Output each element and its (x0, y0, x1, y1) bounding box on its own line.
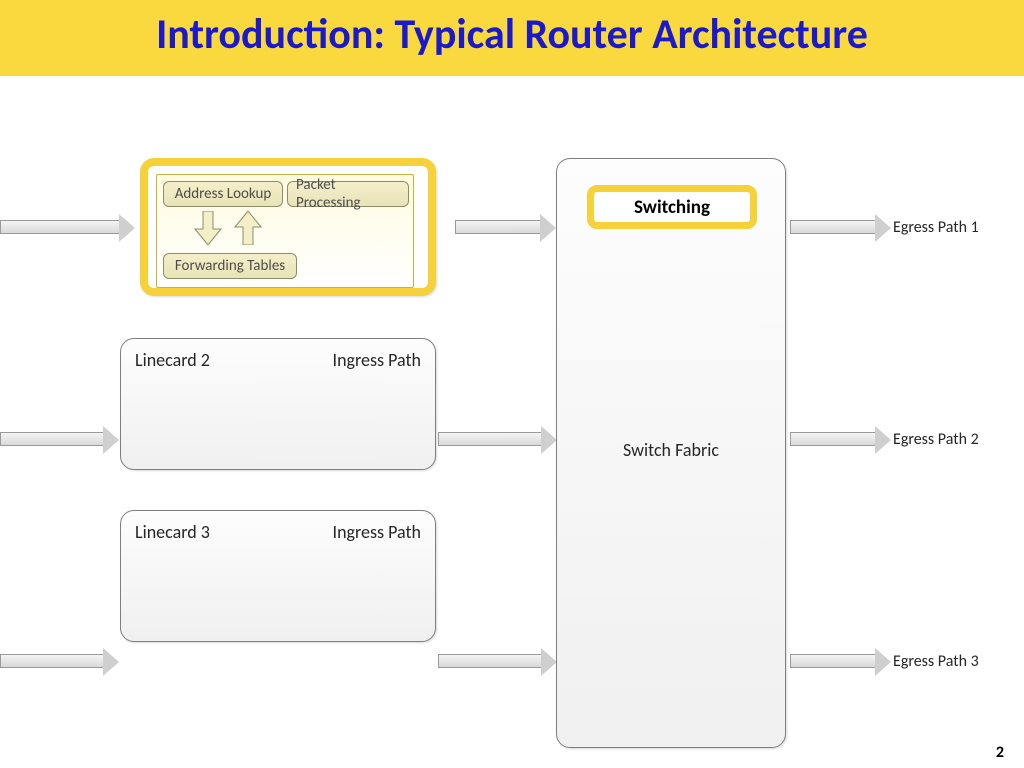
packet-processing-chip: Packet Processing (287, 181, 409, 207)
arrow-icon (790, 220, 876, 234)
linecard-1-box: Address Lookup Packet Processing Forward… (140, 158, 436, 296)
slide-title-bar: Introduction: Typical Router Architectur… (0, 0, 1024, 76)
switch-fabric-label: Switch Fabric (557, 439, 785, 461)
egress-path-2-label: Egress Path 2 (893, 430, 979, 449)
linecard-1-inner: Address Lookup Packet Processing Forward… (156, 174, 414, 288)
arrow-icon (790, 654, 876, 668)
arrow-icon (438, 654, 542, 668)
forwarding-tables-chip: Forwarding Tables (163, 253, 297, 279)
address-lookup-chip: Address Lookup (163, 181, 283, 207)
arrow-icon (790, 432, 876, 446)
linecard-3-box: Linecard 3 Ingress Path (120, 510, 436, 642)
switching-highlight: Switching (587, 185, 757, 229)
arrow-icon (438, 432, 542, 446)
arrow-icon (0, 432, 104, 446)
slide-title: Introduction: Typical Router Architectur… (0, 12, 1024, 58)
arrow-icon (0, 654, 104, 668)
linecard-2-path: Ingress Path (333, 349, 421, 371)
arrow-icon (455, 220, 541, 234)
linecard-3-path: Ingress Path (333, 521, 421, 543)
page-number: 2 (996, 743, 1004, 762)
router-architecture-diagram: Address Lookup Packet Processing Forward… (0, 130, 1024, 750)
arrow-up-icon (233, 211, 263, 245)
egress-path-1-label: Egress Path 1 (893, 218, 979, 237)
linecard-2-box: Linecard 2 Ingress Path (120, 338, 436, 470)
linecard-2-name: Linecard 2 (135, 349, 210, 371)
switch-fabric-box: Switching Switch Fabric (556, 158, 786, 748)
egress-path-3-label: Egress Path 3 (893, 652, 979, 671)
linecard-3-name: Linecard 3 (135, 521, 210, 543)
arrow-icon (0, 220, 120, 234)
arrow-down-icon (193, 211, 223, 245)
